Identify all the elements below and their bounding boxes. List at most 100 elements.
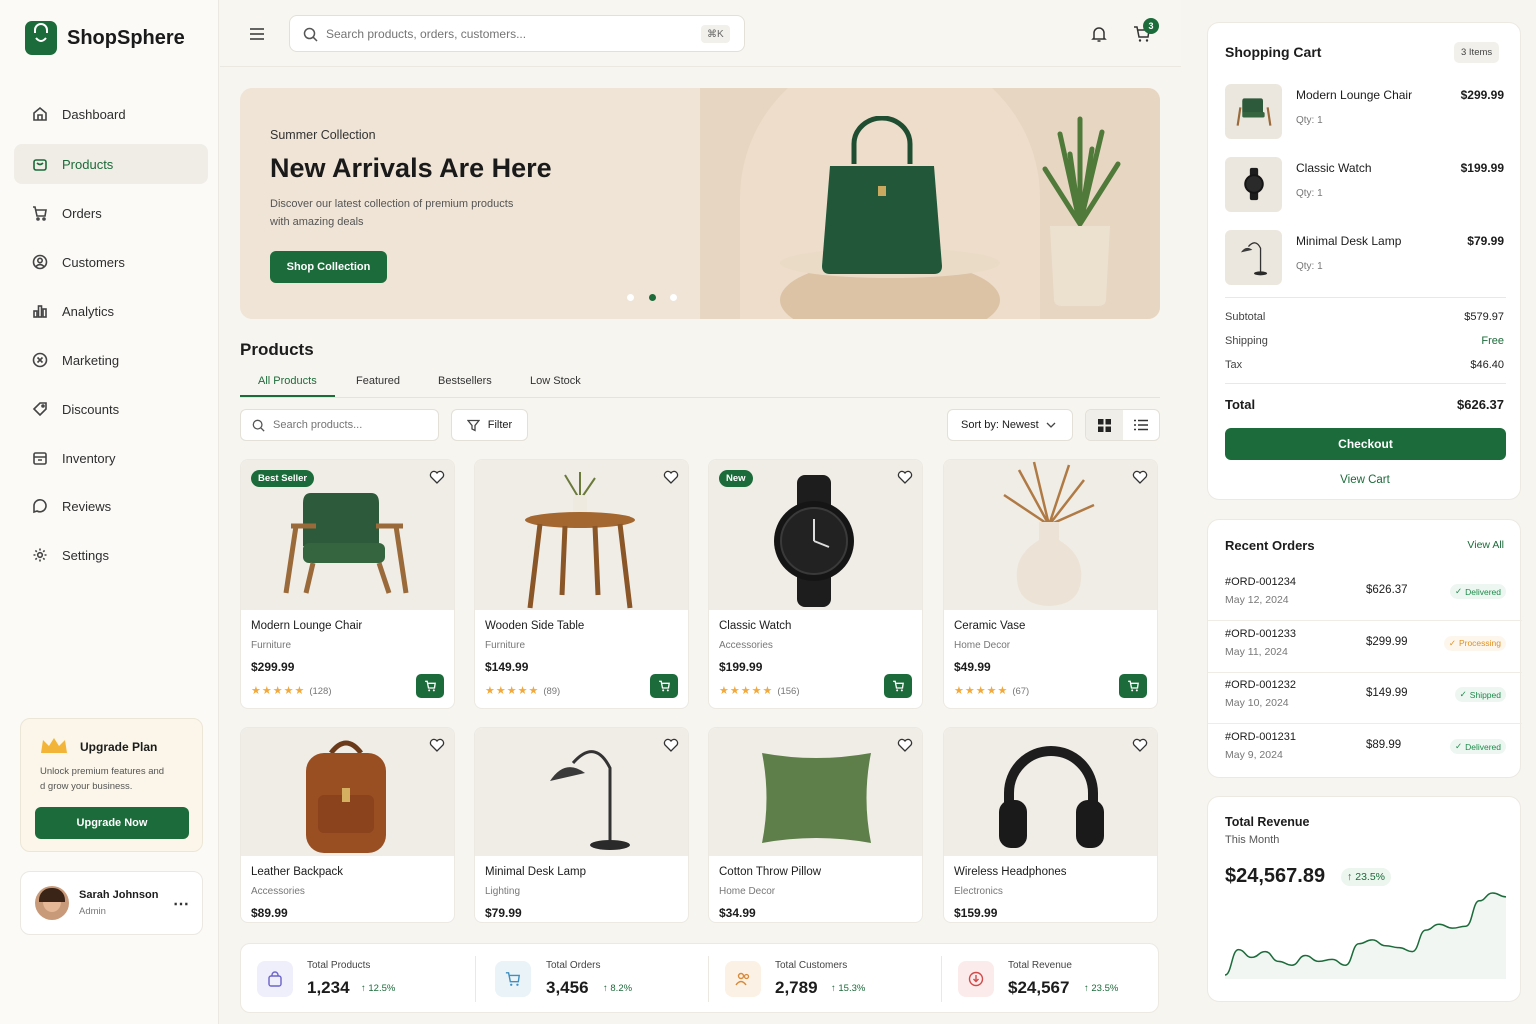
add-to-cart-button[interactable] xyxy=(650,674,678,698)
product-card[interactable]: Wooden Side Table Furniture $149.99 ★★★★… xyxy=(474,459,689,709)
product-card[interactable]: Minimal Desk Lamp Lighting $79.99 xyxy=(474,727,689,923)
product-card[interactable]: Cotton Throw Pillow Home Decor $34.99 xyxy=(708,727,923,923)
order-row[interactable]: #ORD-001231 May 9, 2024 $89.99 ✓ Delivered xyxy=(1208,725,1522,776)
sidebar-item-inventory[interactable]: Inventory xyxy=(14,438,208,478)
sort-dropdown[interactable]: Sort by: Newest xyxy=(947,409,1073,441)
menu-icon[interactable] xyxy=(249,27,265,41)
order-row[interactable]: #ORD-001232 May 10, 2024 $149.99 ✓ Shipped xyxy=(1208,673,1522,725)
heart-icon[interactable] xyxy=(1132,737,1148,753)
product-name: Modern Lounge Chair xyxy=(251,620,363,632)
shipping-label: Shipping xyxy=(1225,335,1268,347)
grid-view-button[interactable] xyxy=(1086,410,1123,440)
product-image xyxy=(709,728,922,856)
cart-count-badge: 3 xyxy=(1143,18,1159,34)
rating-stars: ★★★★★ (67) xyxy=(954,685,1030,697)
home-icon xyxy=(33,106,47,121)
product-card[interactable]: New Classic Watch Accessories $199.99 ★★… xyxy=(708,459,923,709)
order-status: Delivered xyxy=(1465,586,1501,597)
heart-icon[interactable] xyxy=(1132,469,1148,485)
user-name: Sarah Johnson xyxy=(79,889,159,901)
stat-revenue-icon-wrap xyxy=(958,961,994,997)
view-cart-link[interactable]: View Cart xyxy=(1208,474,1522,486)
product-price: $49.99 xyxy=(954,660,991,674)
cart-item-qty: Qty: 1 xyxy=(1296,115,1323,126)
product-category: Furniture xyxy=(485,640,526,651)
rating-stars: ★★★★★ (156) xyxy=(719,685,800,697)
sidebar-item-label: Products xyxy=(62,156,114,172)
view-all-orders-link[interactable]: View All xyxy=(1467,539,1504,551)
product-search[interactable] xyxy=(240,409,439,441)
sidebar-item-products[interactable]: Products xyxy=(14,144,208,184)
order-row[interactable]: #ORD-001234 May 12, 2024 $626.37 ✓ Delivere… xyxy=(1208,570,1522,621)
more-options-icon[interactable]: ⋯ xyxy=(173,894,189,914)
upgrade-now-button[interactable]: Upgrade Now xyxy=(35,807,189,839)
hero-banner: Summer Collection New Arrivals Are Here … xyxy=(240,88,1160,319)
product-price: $299.99 xyxy=(251,660,295,674)
heart-icon[interactable] xyxy=(897,469,913,485)
heart-icon[interactable] xyxy=(429,469,445,485)
stat-value: 3,456 xyxy=(546,978,589,997)
sidebar-item-settings[interactable]: Settings xyxy=(14,535,208,575)
stat-change: ↑ 15.3% xyxy=(831,983,866,994)
cart-icon xyxy=(658,680,670,692)
cart-item-thumb xyxy=(1225,230,1282,285)
sidebar-item-marketing[interactable]: Marketing xyxy=(14,340,208,380)
product-image xyxy=(944,460,1157,610)
add-to-cart-button[interactable] xyxy=(416,674,444,698)
user-card[interactable]: Sarah Johnson Admin ⋯ xyxy=(20,871,203,935)
product-card[interactable]: Ceramic Vase Home Decor $49.99 ★★★★★ (67) xyxy=(943,459,1158,709)
order-row[interactable]: #ORD-001233 May 11, 2024 $299.99 ✓ Processi… xyxy=(1208,622,1522,673)
sidebar-item-analytics[interactable]: Analytics xyxy=(14,291,208,331)
sidebar-item-discounts[interactable]: Discounts xyxy=(14,389,208,429)
hero-title: New Arrivals Are Here xyxy=(270,153,552,183)
tab-featured[interactable]: Featured xyxy=(354,375,402,387)
bag-icon xyxy=(33,159,47,171)
badge-new: New xyxy=(719,470,753,487)
product-search-input[interactable] xyxy=(273,417,423,433)
carousel-dot-2[interactable] xyxy=(649,294,656,301)
filter-button[interactable]: Filter xyxy=(451,409,528,441)
product-price: $159.99 xyxy=(954,906,998,920)
stat-orders-icon-wrap xyxy=(495,961,531,997)
carousel-dot-1[interactable] xyxy=(627,294,634,301)
tab-all-products[interactable]: All Products xyxy=(256,375,319,387)
tab-bestsellers[interactable]: Bestsellers xyxy=(436,375,494,387)
checkout-button[interactable]: Checkout xyxy=(1225,428,1506,460)
rating-stars: ★★★★★ (89) xyxy=(485,685,561,697)
order-amount: $149.99 xyxy=(1366,687,1408,700)
stat-label: Total Orders xyxy=(546,960,601,971)
tax-value: $46.40 xyxy=(1470,359,1504,371)
sidebar-item-dashboard[interactable]: Dashboard xyxy=(14,94,208,134)
list-view-icon[interactable] xyxy=(1134,419,1148,431)
product-image xyxy=(475,460,688,610)
stat-value: 2,789 xyxy=(775,978,818,997)
sidebar-item-customers[interactable]: Customers xyxy=(14,242,208,282)
heart-icon[interactable] xyxy=(663,737,679,753)
chat-icon xyxy=(33,499,47,514)
tab-low-stock[interactable]: Low Stock xyxy=(528,375,583,387)
heart-icon[interactable] xyxy=(429,737,445,753)
cart-item-price: $299.99 xyxy=(1460,88,1504,102)
heart-icon[interactable] xyxy=(897,737,913,753)
stat-change-value: 23.5% xyxy=(1091,983,1119,994)
product-name: Ceramic Vase xyxy=(954,620,1026,632)
stat-products-icon-wrap xyxy=(257,961,293,997)
bell-icon[interactable] xyxy=(1090,25,1108,43)
product-card[interactable]: Best Seller Modern Lounge Chair Furnitur… xyxy=(240,459,455,709)
product-card[interactable]: Leather Backpack Accessories $89.99 xyxy=(240,727,455,923)
global-search[interactable]: ⌘K xyxy=(289,15,745,52)
carousel-dot-3[interactable] xyxy=(670,294,677,301)
product-category: Furniture xyxy=(251,640,292,651)
heart-icon[interactable] xyxy=(663,469,679,485)
shipping-value: Free xyxy=(1481,335,1504,347)
add-to-cart-button[interactable] xyxy=(884,674,912,698)
badge-best-seller: Best Seller xyxy=(251,470,315,487)
global-search-input[interactable] xyxy=(326,24,686,44)
sidebar-item-reviews[interactable]: Reviews xyxy=(14,486,208,526)
hero-desc-line1: Discover our latest collection of premiu… xyxy=(270,198,514,210)
product-card[interactable]: Wireless Headphones Electronics $159.99 xyxy=(943,727,1158,923)
order-status: Delivered xyxy=(1465,741,1501,752)
add-to-cart-button[interactable] xyxy=(1119,674,1147,698)
shop-collection-button[interactable]: Shop Collection xyxy=(270,251,387,283)
sidebar-item-orders[interactable]: Orders xyxy=(14,193,208,233)
